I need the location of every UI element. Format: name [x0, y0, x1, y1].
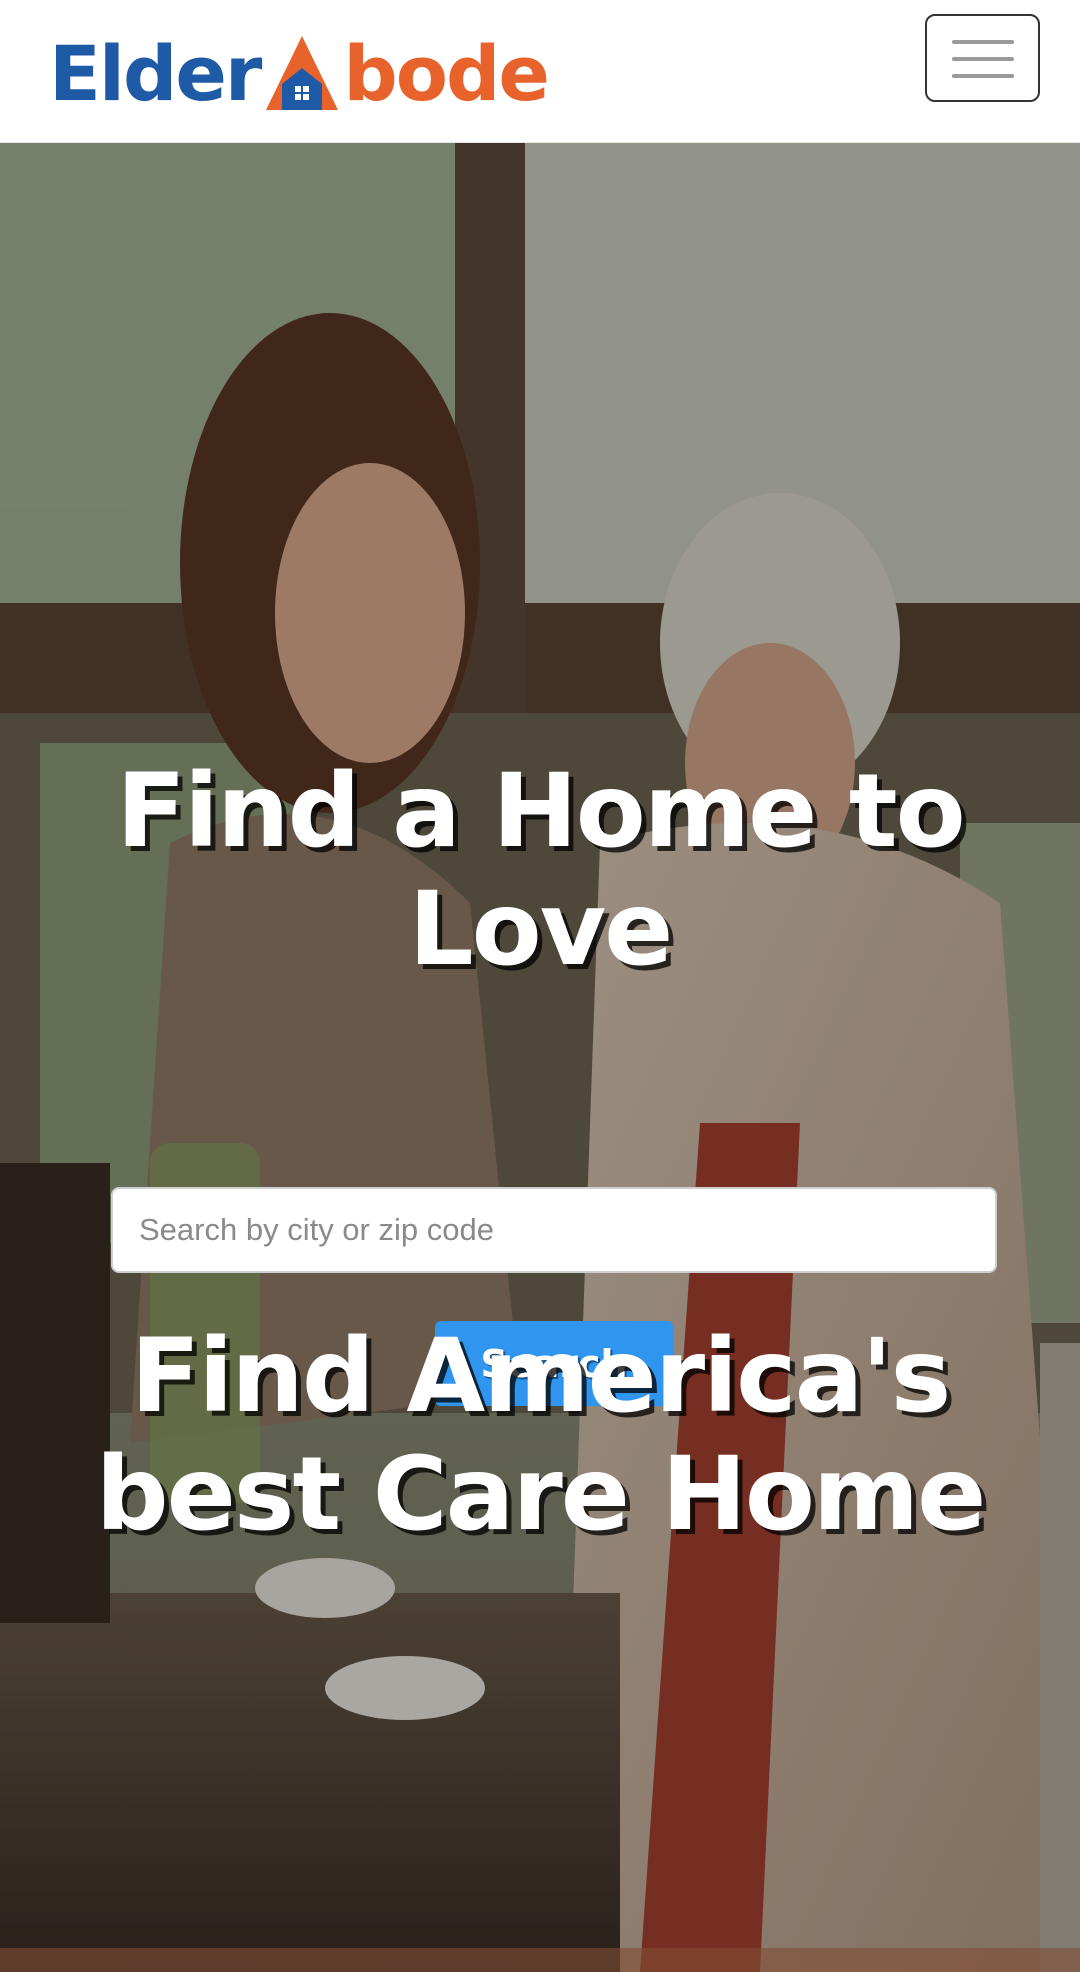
hamburger-menu-icon: [952, 74, 1014, 78]
hero-headline: Find a Home to Love: [116, 752, 965, 989]
logo-text-abode: bode: [343, 29, 550, 118]
hamburger-menu-icon: [952, 57, 1014, 61]
elderabode-logo[interactable]: Elder bode: [49, 22, 550, 118]
menu-toggle-button[interactable]: [925, 14, 1040, 102]
hero-subheadline: Find America's best Care Home: [95, 1317, 987, 1554]
house-logo-icon: [266, 36, 339, 110]
logo-text-elder: Elder: [49, 29, 262, 118]
hero-overlay: [0, 143, 1080, 1972]
hamburger-menu-icon: [952, 40, 1014, 44]
hero-section: Find a Home to Love Search Find America'…: [0, 143, 1080, 1972]
navbar: Elder bode: [0, 0, 1080, 143]
search-input[interactable]: [111, 1187, 997, 1273]
